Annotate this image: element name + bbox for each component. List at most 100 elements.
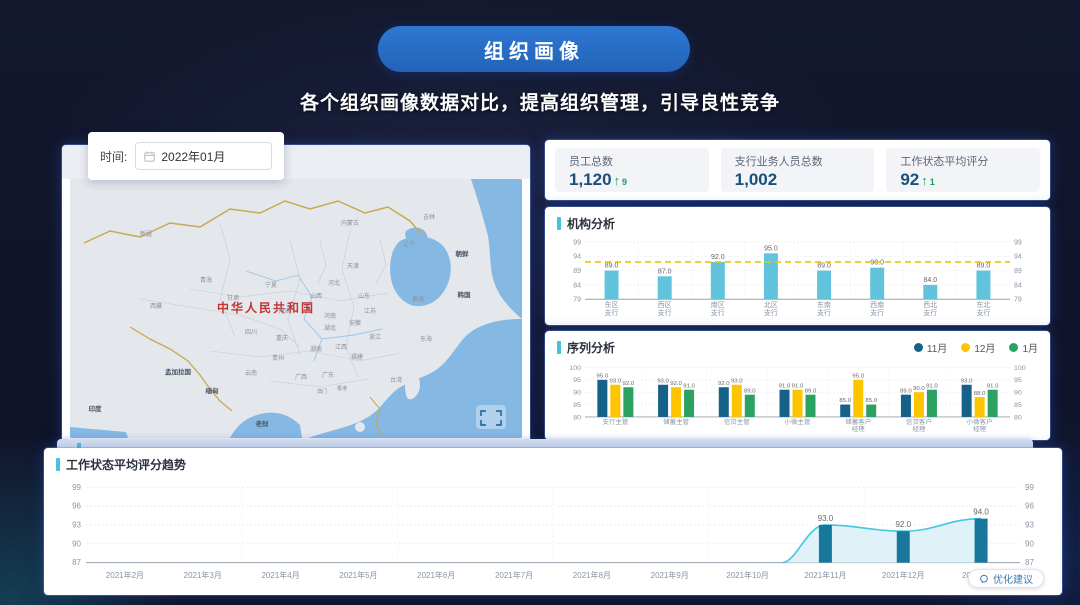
time-picker-input[interactable]: 2022年01月: [135, 142, 272, 170]
legend-label: 1月: [1022, 340, 1038, 355]
svg-text:90: 90: [72, 539, 81, 548]
legend-item[interactable]: 12月: [961, 340, 995, 355]
map-label: 老挝: [255, 419, 270, 428]
svg-text:84.0: 84.0: [924, 277, 938, 284]
stat-card: 员工总数1,120↑9: [555, 148, 709, 192]
svg-text:91.0: 91.0: [926, 383, 938, 389]
svg-text:94: 94: [573, 254, 581, 261]
svg-text:2021年8月: 2021年8月: [573, 570, 611, 580]
stat-card: 工作状态平均评分92↑1: [886, 148, 1040, 192]
svg-text:93: 93: [72, 520, 81, 529]
svg-text:95.0: 95.0: [597, 374, 609, 380]
series-analysis-title: 序列分析: [567, 339, 615, 356]
map-label: 辽宁: [403, 240, 415, 248]
svg-text:85: 85: [1014, 402, 1022, 409]
svg-text:91.0: 91.0: [792, 383, 804, 389]
svg-text:西南: 西南: [870, 300, 884, 309]
svg-text:99: 99: [72, 483, 81, 492]
map-label: 朝鲜: [456, 249, 470, 258]
map-label: 江西: [335, 344, 347, 351]
map-label: 安徽: [349, 319, 361, 327]
svg-text:91.0: 91.0: [683, 383, 695, 389]
svg-text:北区: 北区: [764, 301, 778, 309]
svg-text:经理: 经理: [912, 424, 926, 433]
svg-text:87: 87: [72, 558, 81, 567]
svg-text:85.0: 85.0: [839, 398, 851, 404]
svg-text:89: 89: [1014, 268, 1022, 275]
svg-text:95: 95: [573, 377, 581, 384]
legend-label: 12月: [974, 340, 995, 355]
stat-card-value: 1,120: [569, 170, 612, 190]
svg-text:100: 100: [569, 365, 581, 372]
svg-text:96: 96: [1025, 502, 1034, 511]
svg-text:2021年11月: 2021年11月: [804, 570, 846, 580]
svg-text:92.0: 92.0: [623, 381, 635, 387]
title-accent-bar: [557, 341, 561, 354]
stat-cards: 员工总数1,120↑9支行业务人员总数1,002工作状态平均评分92↑1: [545, 140, 1050, 200]
svg-text:2021年2月: 2021年2月: [106, 570, 144, 580]
optimize-suggestion-button[interactable]: 优化建议: [968, 569, 1044, 588]
svg-text:小微主管: 小微主管: [785, 417, 811, 426]
svg-text:95.0: 95.0: [764, 245, 778, 252]
stat-card: 支行业务人员总数1,002: [721, 148, 875, 192]
legend-dot-icon: [961, 343, 970, 352]
svg-text:92.0: 92.0: [718, 381, 730, 387]
stat-card-value: 1,002: [735, 170, 778, 190]
svg-text:85.0: 85.0: [865, 398, 877, 404]
svg-text:99: 99: [1025, 483, 1034, 492]
svg-text:91.0: 91.0: [987, 383, 999, 389]
svg-text:94.0: 94.0: [973, 508, 989, 517]
map-label: 河北: [328, 279, 340, 287]
legend-item[interactable]: 1月: [1009, 340, 1038, 355]
up-arrow-icon: ↑: [614, 174, 621, 187]
svg-text:储蓄客户: 储蓄客户: [845, 417, 871, 426]
map-label: 浙江: [369, 333, 381, 341]
svg-text:东区: 东区: [605, 300, 619, 309]
time-picker-value: 2022年01月: [161, 148, 225, 165]
legend-item[interactable]: 11月: [914, 340, 947, 355]
svg-text:96: 96: [72, 502, 81, 511]
svg-text:84: 84: [573, 282, 581, 289]
map-label: 广西: [295, 373, 307, 381]
svg-text:94: 94: [1014, 254, 1022, 261]
map-label: 青海: [200, 276, 212, 284]
svg-text:信贷主管: 信贷主管: [724, 417, 750, 426]
svg-text:99: 99: [573, 239, 581, 246]
map-label: 云南: [245, 369, 257, 377]
svg-text:80: 80: [573, 414, 581, 421]
org-analysis-title: 机构分析: [567, 215, 615, 232]
map-label: 新疆: [140, 230, 152, 238]
svg-text:支行: 支行: [605, 308, 619, 317]
svg-text:89.0: 89.0: [805, 388, 817, 394]
svg-text:87.0: 87.0: [658, 268, 672, 275]
svg-text:2021年9月: 2021年9月: [651, 570, 689, 580]
svg-text:92.0: 92.0: [895, 520, 911, 529]
svg-text:2021年6月: 2021年6月: [417, 570, 455, 580]
svg-text:79: 79: [1014, 297, 1022, 304]
svg-text:支行: 支行: [817, 308, 831, 317]
map-label: 重庆: [276, 334, 288, 342]
map-label: 河南: [324, 312, 336, 320]
svg-text:西北: 西北: [923, 301, 937, 309]
stat-card-label: 工作状态平均评分: [900, 153, 1026, 169]
china-map[interactable]: 中华人民共和国 新疆西藏青海甘肃宁夏陕西内蒙古吉林辽宁朝鲜韩国黄海东海天津河北山…: [70, 179, 522, 438]
page-title-button[interactable]: 组织画像: [378, 26, 690, 72]
series-analysis-chart: 808085859090959510010095.093.092.0支行主管93…: [557, 356, 1038, 436]
svg-text:2021年12月: 2021年12月: [882, 570, 925, 580]
stat-card-label: 支行业务人员总数: [735, 153, 861, 169]
map-label: 印度: [89, 404, 103, 413]
svg-text:2021年4月: 2021年4月: [261, 570, 299, 580]
svg-text:99: 99: [1014, 239, 1022, 246]
map-label: 四川: [245, 329, 257, 336]
map-label: 江苏: [364, 307, 376, 315]
map-label: 香港: [337, 385, 347, 392]
map-fullscreen-icon[interactable]: [476, 405, 506, 429]
svg-text:90.0: 90.0: [870, 260, 884, 267]
map-label: 甘肃: [227, 294, 239, 302]
stat-card-label: 员工总数: [569, 153, 695, 169]
page-subtitle: 各个组织画像数据对比，提高组织管理，引导良性竞争: [0, 88, 1080, 115]
legend-label: 11月: [927, 340, 947, 355]
map-label: 山东: [358, 292, 370, 300]
map-label: 西藏: [150, 302, 162, 310]
svg-text:支行: 支行: [870, 308, 884, 317]
